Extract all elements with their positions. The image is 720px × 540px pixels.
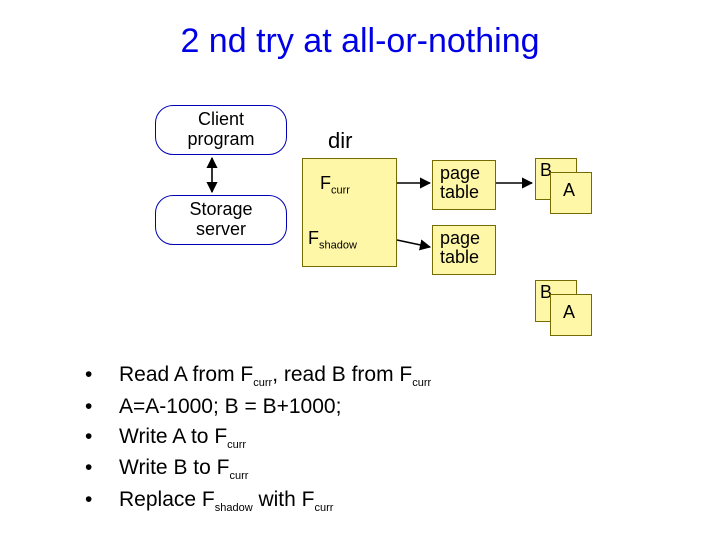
dir-fshadow: Fshadow	[308, 228, 357, 252]
list-item: •Write A to Fcurr	[85, 422, 431, 454]
storage-server-node: Storage server	[155, 195, 287, 245]
client-program-node: Client program	[155, 105, 287, 155]
list-item: •Write B to Fcurr	[85, 453, 431, 485]
client-program-label: Client program	[187, 110, 254, 150]
dir-label: dir	[328, 128, 352, 154]
stack1-front-label: A	[563, 180, 575, 201]
page-table-2-label: page table	[440, 229, 480, 267]
slide-title: 2 nd try at all-or-nothing	[0, 22, 720, 61]
stack2-front-label: A	[563, 302, 575, 323]
list-item: •Replace Fshadow with Fcurr	[85, 485, 431, 517]
bullet-list: •Read A from Fcurr, read B from Fcurr •A…	[85, 360, 431, 517]
storage-server-label: Storage server	[189, 200, 252, 240]
list-item: •Read A from Fcurr, read B from Fcurr	[85, 360, 431, 392]
list-item: •A=A-1000; B = B+1000;	[85, 392, 431, 422]
page-table-1-label: page table	[440, 164, 480, 202]
dir-fcurr: FcurrFcurr	[320, 173, 350, 197]
